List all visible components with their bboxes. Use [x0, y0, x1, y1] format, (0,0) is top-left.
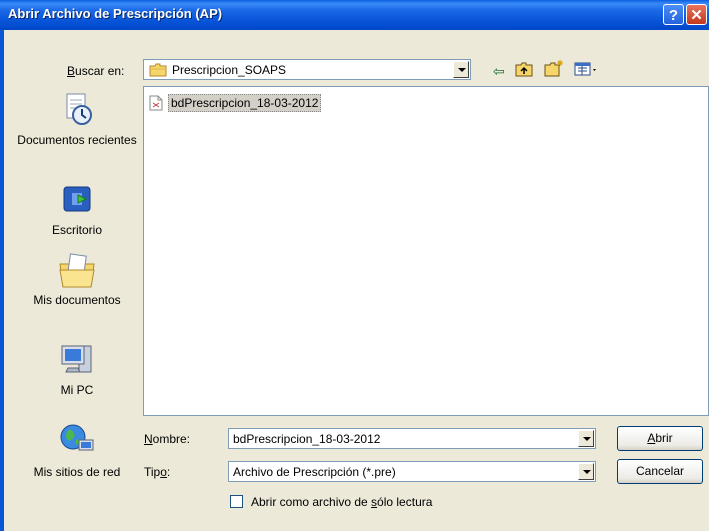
open-file-dialog: Abrir Archivo de Prescripción (AP) ? ✕ B…	[0, 0, 709, 531]
filename-dropdown-button[interactable]	[578, 430, 594, 447]
filetype-select[interactable]: Archivo de Prescripción (*.pre)	[228, 461, 596, 482]
views-menu-icon[interactable]	[574, 62, 600, 79]
filename-label: Nombre:	[144, 432, 191, 446]
filetype-label: Tipo:	[144, 465, 171, 479]
desktop-icon	[63, 186, 91, 212]
window-title: Abrir Archivo de Prescripción (AP)	[8, 6, 223, 21]
up-folder-icon[interactable]	[515, 61, 533, 80]
lookin-combo[interactable]: Prescripcion_SOAPS	[143, 59, 471, 80]
place-my-documents[interactable]: Mis documentos	[16, 250, 138, 307]
my-computer-icon	[61, 345, 92, 373]
file-list[interactable]: bdPrescripcion_18-03-2012	[143, 86, 709, 416]
place-network[interactable]: Mis sitios de red	[16, 422, 138, 479]
lookin-value: Prescripcion_SOAPS	[172, 63, 287, 77]
place-my-computer[interactable]: Mi PC	[16, 342, 138, 397]
back-icon[interactable]: ⇦	[493, 63, 505, 79]
window-frame-left	[0, 30, 4, 531]
close-button[interactable]: ✕	[686, 4, 707, 25]
filetype-value: Archivo de Prescripción (*.pre)	[233, 465, 396, 479]
file-icon	[149, 95, 163, 111]
readonly-label[interactable]: Abrir como archivo de sólo lectura	[251, 495, 432, 509]
lookin-dropdown-button[interactable]	[453, 61, 469, 78]
filename-input[interactable]: bdPrescripcion_18-03-2012	[233, 432, 380, 446]
network-places-icon	[60, 424, 94, 451]
filename-combo[interactable]: bdPrescripcion_18-03-2012	[228, 428, 596, 449]
file-name: bdPrescripcion_18-03-2012	[168, 94, 322, 112]
help-button[interactable]: ?	[663, 4, 684, 25]
places-bar: Documentos recientes Escritorio Mis docu…	[16, 86, 138, 496]
folder-icon	[149, 63, 167, 77]
my-documents-icon	[59, 253, 95, 288]
place-desktop[interactable]: Escritorio	[16, 184, 138, 237]
new-folder-icon[interactable]	[544, 59, 564, 80]
filetype-dropdown-button[interactable]	[578, 463, 594, 480]
recent-documents-icon	[66, 93, 92, 125]
close-icon: ✕	[690, 7, 703, 24]
readonly-checkbox[interactable]	[230, 495, 243, 508]
place-recent-documents[interactable]: Documentos recientes	[16, 92, 138, 147]
open-button[interactable]: Abrir	[617, 426, 703, 451]
lookin-label: Buscar en:	[67, 64, 125, 78]
help-icon: ?	[668, 7, 679, 24]
title-bar[interactable]: Abrir Archivo de Prescripción (AP) ? ✕	[0, 0, 709, 30]
cancel-button[interactable]: Cancelar	[617, 459, 703, 484]
